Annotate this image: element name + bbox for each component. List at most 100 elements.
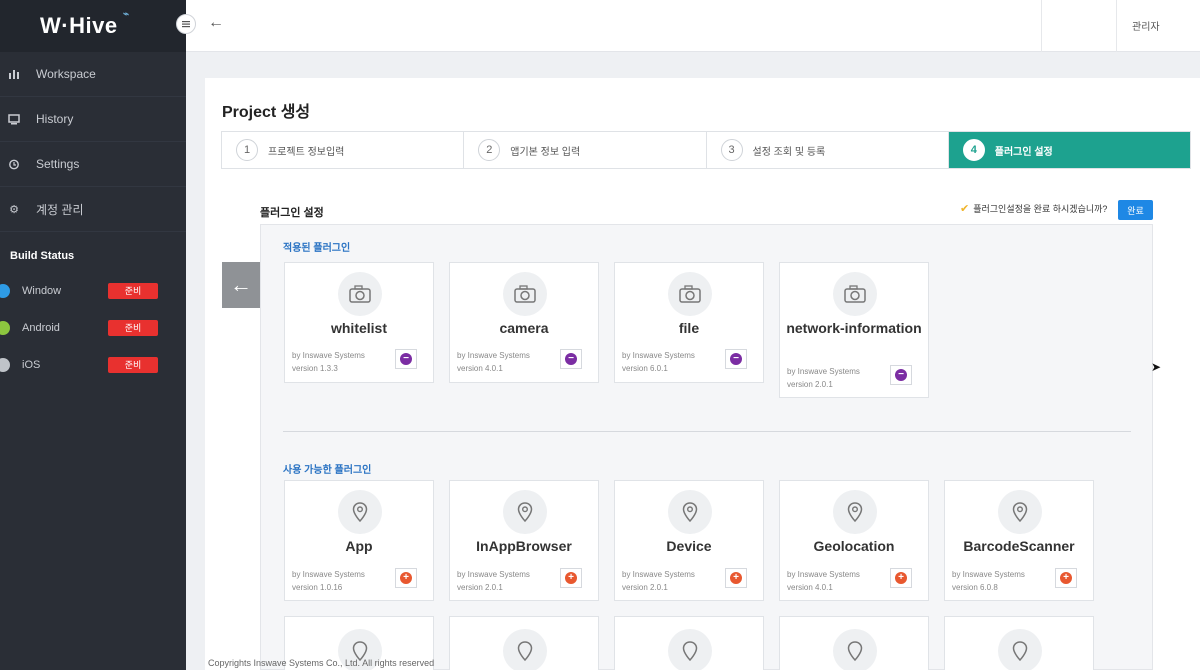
logo[interactable]: W·Hive ⌁ <box>40 9 129 39</box>
available-plugin-card[interactable]: InAppBrowser by Inswave Systems version 2… <box>449 480 599 601</box>
sidebar-item-label: Workspace <box>36 67 96 81</box>
applied-plugin-card[interactable]: file by Inswave Systems version 6.0.1 − <box>614 262 764 383</box>
plugin-meta: by Inswave Systems version 6.0.8 <box>952 568 1025 594</box>
plugin-author: by Inswave Systems <box>292 570 365 579</box>
sidebar-item-history[interactable]: History <box>0 97 186 142</box>
plugin-meta: by Inswave Systems version 4.0.1 <box>457 349 530 375</box>
arrow-left-icon: ← <box>230 272 252 297</box>
remove-plugin-button[interactable]: − <box>725 349 747 369</box>
add-plugin-button[interactable]: + <box>395 568 417 588</box>
plugin-version: version 6.0.1 <box>622 364 668 373</box>
plus-icon: + <box>565 572 577 584</box>
available-plugin-card[interactable] <box>449 616 599 670</box>
prev-step-button[interactable]: ← <box>222 262 260 308</box>
location-pin-icon <box>338 490 382 534</box>
step-4[interactable]: 4 플러그인 설정 <box>948 132 1190 168</box>
section-title: 플러그인 설정 <box>260 207 324 219</box>
plugin-version: version 2.0.1 <box>457 583 503 592</box>
available-plugins-label: 사용 가능한 플러그인 <box>283 465 372 476</box>
available-plugin-card[interactable] <box>779 616 929 670</box>
step-2[interactable]: 2 앱기본 정보 입력 <box>464 132 707 168</box>
add-plugin-button[interactable]: + <box>890 568 912 588</box>
remove-plugin-button[interactable]: − <box>560 349 582 369</box>
step-label: 설정 조회 및 등록 <box>752 146 826 158</box>
step-3[interactable]: 3 설정 조회 및 등록 <box>706 132 949 168</box>
minus-icon: − <box>730 353 742 365</box>
plugin-meta: by Inswave Systems version 2.0.1 <box>787 365 860 391</box>
plugin-version: version 6.0.8 <box>952 583 998 592</box>
applied-plugins-label: 적용된 플러그인 <box>283 243 351 254</box>
available-plugin-card[interactable]: Device by Inswave Systems version 2.0.1 + <box>614 480 764 601</box>
back-arrow-icon[interactable]: ← <box>208 14 224 32</box>
plugin-author: by Inswave Systems <box>457 570 530 579</box>
sidebar-toggle-button[interactable] <box>176 14 196 34</box>
plugin-version: version 2.0.1 <box>787 380 833 389</box>
confirm-prompt: ✔ 플러그인설정을 완료 하시겠습니까? <box>960 202 1107 215</box>
plus-icon: + <box>1060 572 1072 584</box>
status-badge: 준비 <box>108 356 158 373</box>
step-number: 2 <box>478 139 501 161</box>
step-number: 4 <box>962 139 985 161</box>
available-plugin-card[interactable]: Geolocation by Inswave Systems version 4.… <box>779 480 929 601</box>
build-row-window: Window 준비 <box>0 272 186 309</box>
location-pin-icon <box>503 629 547 670</box>
plugin-version: version 1.0.16 <box>292 583 343 592</box>
camera-icon <box>833 272 877 316</box>
step-1[interactable]: 1 프로젝트 정보입력 <box>222 132 465 168</box>
sidebar-item-settings[interactable]: Settings <box>0 142 186 187</box>
build-row-ios: iOS 준비 <box>0 346 186 383</box>
available-plugin-card[interactable] <box>944 616 1094 670</box>
page-title: Project 생성 <box>222 104 311 121</box>
top-bar: ← 관리자 <box>186 0 1200 52</box>
sidebar-item-workspace[interactable]: Workspace <box>0 52 186 97</box>
section-divider <box>283 431 1131 432</box>
build-status-title: Build Status <box>10 250 75 262</box>
alarm-clock-icon <box>6 156 22 172</box>
plus-icon: + <box>895 572 907 584</box>
logo-bar: W·Hive ⌁ <box>0 0 186 52</box>
confirm-text: 플러그인설정을 완료 하시겠습니까? <box>973 204 1108 214</box>
sidebar-item-label: Settings <box>36 157 80 171</box>
bar-chart-icon <box>6 66 22 82</box>
applied-plugin-card[interactable]: network-information by Inswave Systems ve… <box>779 262 929 398</box>
plugin-author: by Inswave Systems <box>622 570 695 579</box>
camera-icon <box>503 272 547 316</box>
plugin-author: by Inswave Systems <box>622 351 695 360</box>
build-os-name: iOS <box>22 358 41 371</box>
done-button[interactable]: 완료 <box>1118 200 1153 220</box>
applied-plugin-card[interactable]: camera by Inswave Systems version 4.0.1 − <box>449 262 599 383</box>
remove-plugin-button[interactable]: − <box>395 349 417 369</box>
camera-icon <box>338 272 382 316</box>
remove-plugin-button[interactable]: − <box>890 365 912 385</box>
apple-icon <box>0 357 10 372</box>
available-plugin-card[interactable] <box>614 616 764 670</box>
plugin-name: camera <box>499 320 549 336</box>
plugin-name: App <box>345 538 373 554</box>
location-pin-icon <box>833 490 877 534</box>
plugin-author: by Inswave Systems <box>787 570 860 579</box>
available-plugin-card[interactable]: BarcodeScanner by Inswave Systems version… <box>944 480 1094 601</box>
step-label: 플러그인 설정 <box>994 146 1053 158</box>
step-number: 1 <box>236 139 258 161</box>
add-plugin-button[interactable]: + <box>725 568 747 588</box>
step-label: 앱기본 정보 입력 <box>510 146 581 158</box>
applied-plugin-card[interactable]: whitelist by Inswave Systems version 1.3.… <box>284 262 434 383</box>
add-plugin-button[interactable]: + <box>560 568 582 588</box>
plugin-version: version 2.0.1 <box>622 583 668 592</box>
sidebar: W·Hive ⌁ Workspace History Settings ⚙ 계정 … <box>0 0 186 670</box>
plugin-author: by Inswave Systems <box>787 367 860 376</box>
plugin-name: whitelist <box>330 320 387 336</box>
android-icon <box>0 320 10 335</box>
add-plugin-button[interactable]: + <box>1055 568 1077 588</box>
plugin-meta: by Inswave Systems version 4.0.1 <box>787 568 860 594</box>
windows-icon <box>0 283 10 298</box>
logo-text: W·Hive <box>40 13 118 38</box>
user-menu[interactable]: 관리자 <box>1132 18 1160 33</box>
check-icon: ✔ <box>960 203 970 215</box>
monitor-icon <box>6 111 22 127</box>
location-pin-icon <box>668 490 712 534</box>
build-os-name: Android <box>22 321 60 334</box>
build-os-name: Window <box>22 284 62 297</box>
available-plugin-card[interactable]: App by Inswave Systems version 1.0.16 + <box>284 480 434 601</box>
sidebar-item-account[interactable]: ⚙ 계정 관리 <box>0 187 186 232</box>
